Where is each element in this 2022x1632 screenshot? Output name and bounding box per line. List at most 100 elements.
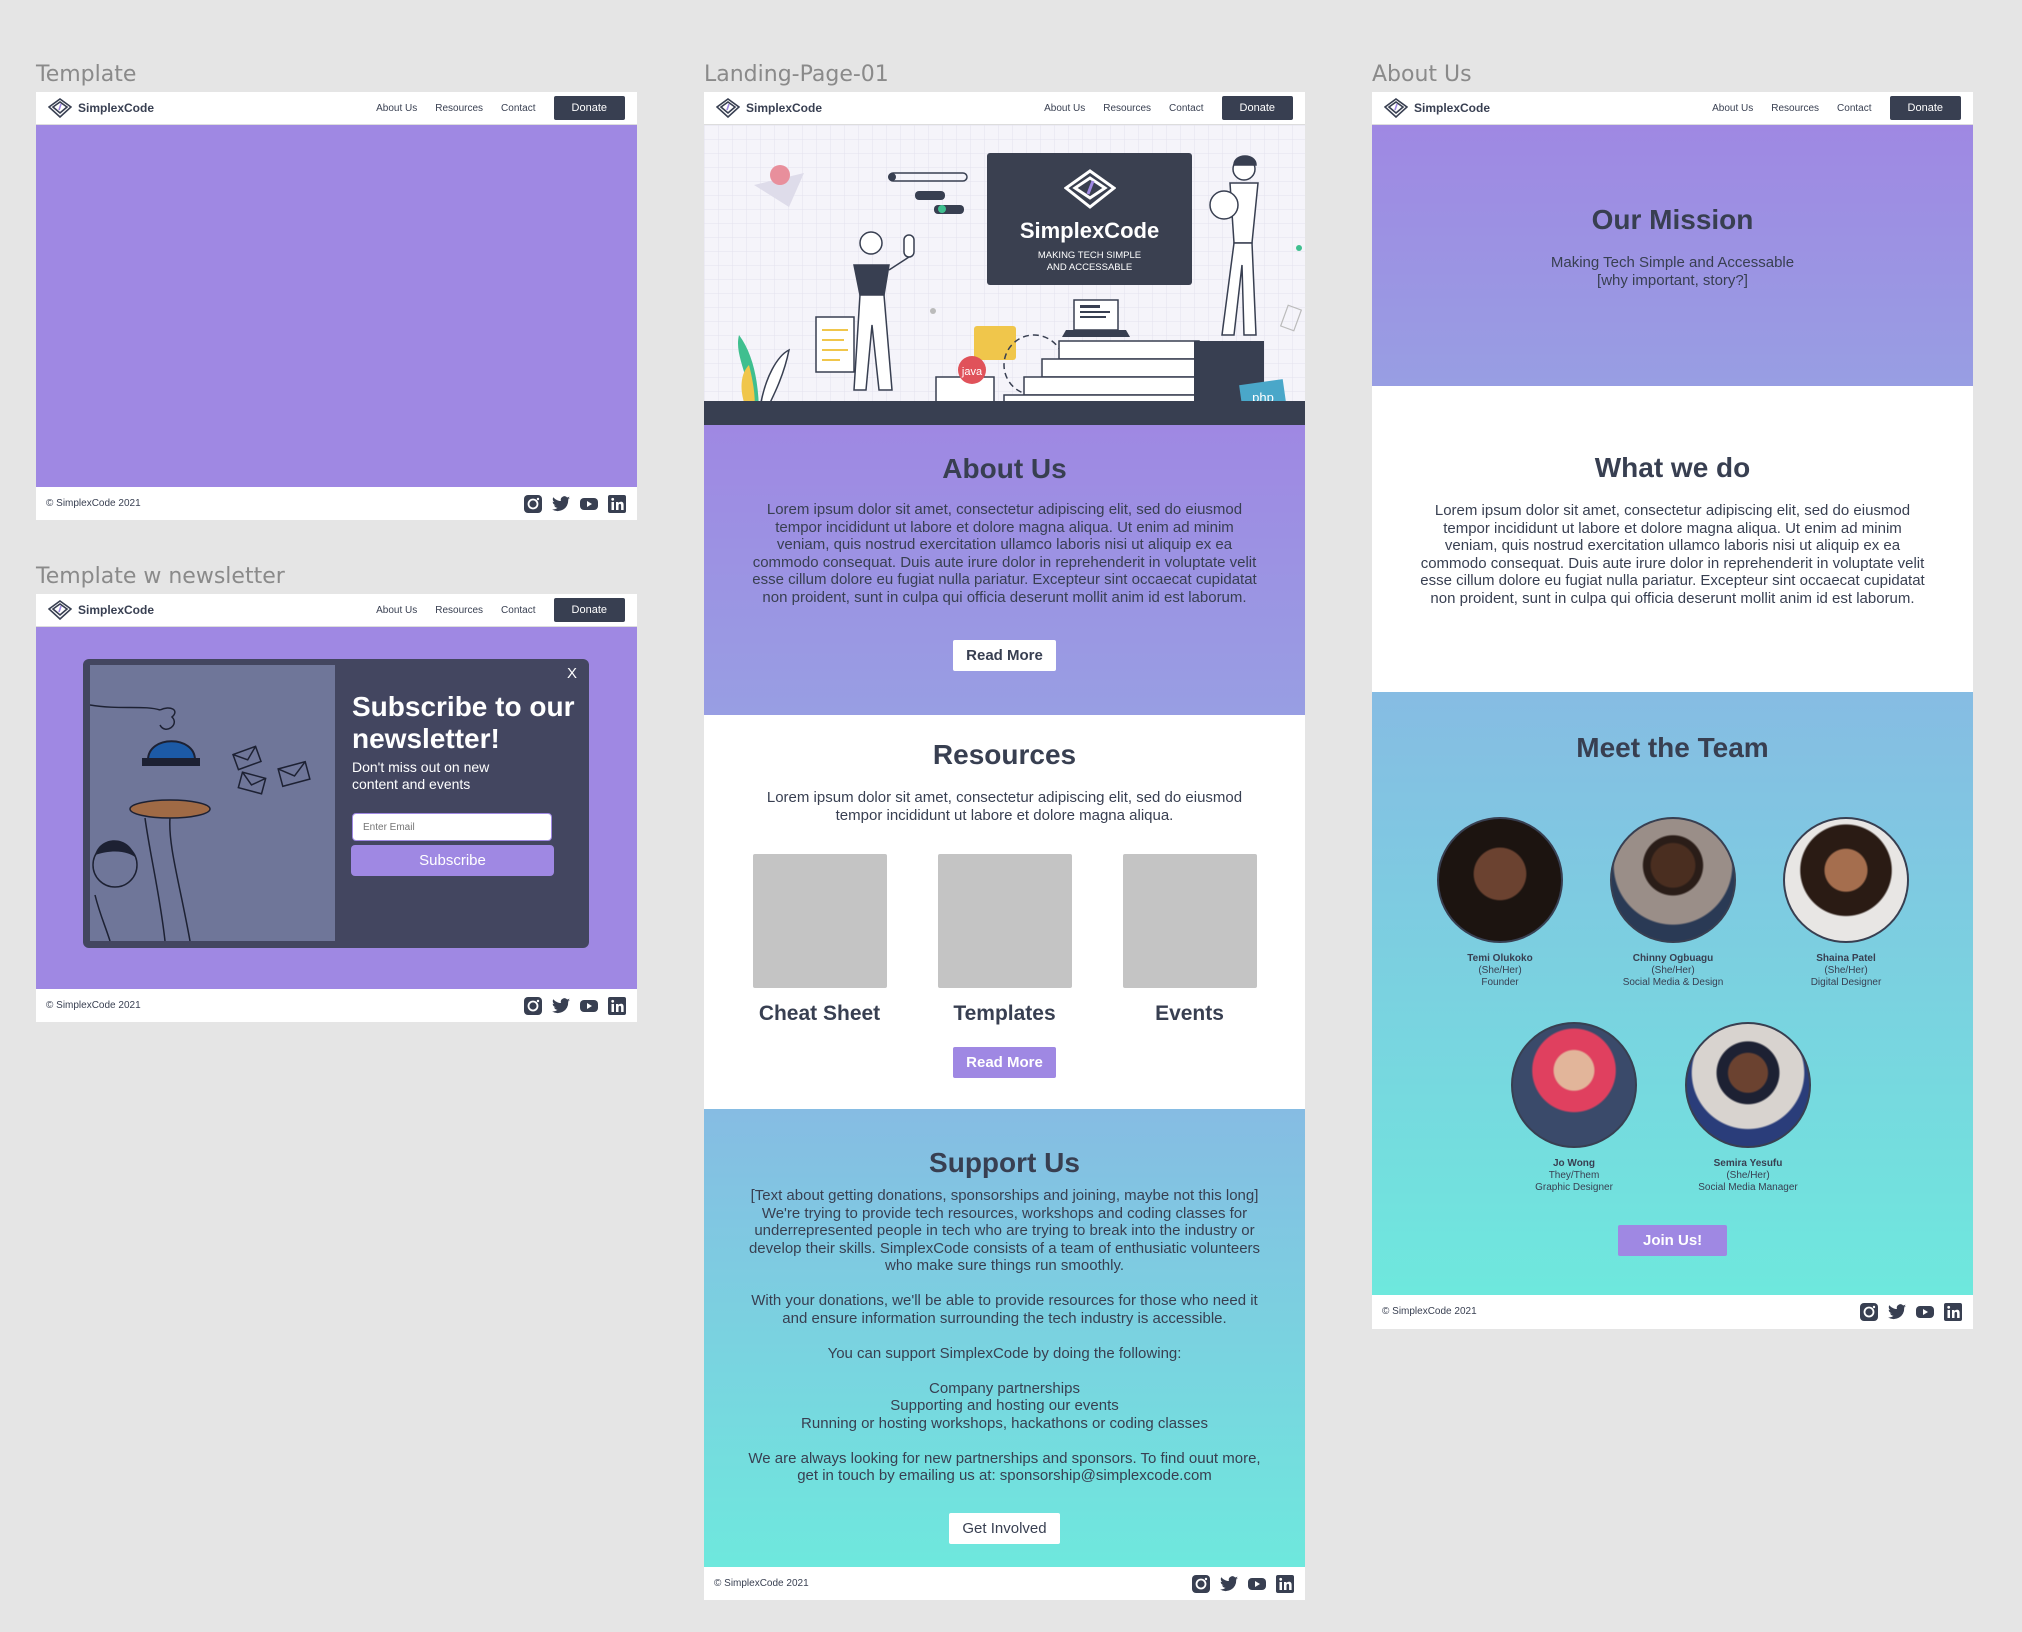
instagram-icon[interactable] [1191, 1574, 1211, 1594]
newsletter-title: Subscribe to our newsletter! [352, 691, 575, 754]
team-member[interactable]: Shaina Patel (She/Her) Digital Designer [1756, 817, 1936, 989]
donate-button[interactable]: Donate [553, 96, 625, 120]
nav-about-link[interactable]: About Us [1044, 103, 1085, 114]
member-role: Founder [1481, 977, 1519, 988]
logo-icon [716, 98, 740, 118]
card-label: Templates [953, 1002, 1056, 1025]
team-member[interactable]: Temi Olukoko (She/Her) Founder [1410, 817, 1590, 989]
newsletter-illustration-art [90, 704, 311, 941]
logo-icon [48, 98, 72, 118]
team-member[interactable]: Semira Yesufu (She/Her) Social Media Man… [1658, 1022, 1838, 1194]
hero-logo-card: SimplexCode MAKING TECH SIMPLE AND ACCES… [987, 153, 1192, 285]
avatar [1610, 817, 1736, 943]
frame-title-landing: Landing-Page-01 [704, 62, 889, 87]
get-involved-button[interactable]: Get Involved [949, 1512, 1060, 1544]
member-name: Shaina Patel [1816, 953, 1876, 964]
nav-about-link[interactable]: About Us [376, 605, 417, 616]
donate-button[interactable]: Donate [1889, 96, 1961, 120]
hero-banner: java php SimplexCode MAKING TECH SIMPLE … [704, 125, 1305, 425]
team-member[interactable]: Chinny Ogbuagu (She/Her) Social Media & … [1583, 817, 1763, 989]
instagram-icon[interactable] [523, 494, 543, 514]
linkedin-icon[interactable] [607, 996, 627, 1016]
member-role: Social Media Manager [1698, 1182, 1798, 1193]
about-text: Lorem ipsum dolor sit amet, consectetur … [752, 501, 1257, 606]
resource-card-cheat-sheet[interactable]: Cheat Sheet [752, 854, 887, 1026]
member-name: Temi Olukoko [1467, 953, 1533, 964]
instagram-icon[interactable] [523, 996, 543, 1016]
donate-button[interactable]: Donate [1221, 96, 1293, 120]
nav-about-link[interactable]: About Us [376, 103, 417, 114]
close-icon[interactable]: X [567, 665, 577, 682]
twitter-icon[interactable] [1219, 1574, 1239, 1594]
resource-cards: Cheat Sheet Templates Events [704, 854, 1305, 1026]
nav-resources-link[interactable]: Resources [1103, 103, 1151, 114]
about-title: About Us [942, 453, 1067, 484]
nav-contact-link[interactable]: Contact [501, 605, 535, 616]
support-paragraph: [Text about getting donations, sponsorsh… [748, 1187, 1261, 1274]
avatar [1685, 1022, 1811, 1148]
member-name: Jo Wong [1552, 1158, 1596, 1169]
linkedin-icon[interactable] [1275, 1574, 1295, 1594]
card-label: Events [1155, 1002, 1224, 1025]
subscribe-button[interactable]: Subscribe [351, 845, 554, 876]
join-us-button[interactable]: Join Us! [1618, 1225, 1728, 1256]
avatar [1437, 817, 1563, 943]
brand-name: SimplexCode [78, 101, 155, 115]
copyright: © SimplexCode 2021 [1382, 1306, 1477, 1317]
twitter-icon[interactable] [1887, 1302, 1907, 1322]
logo[interactable]: SimplexCode [48, 600, 154, 620]
youtube-icon[interactable] [1915, 1302, 1935, 1322]
footer: © SimplexCode 2021 [1372, 1295, 1973, 1328]
twitter-icon[interactable] [551, 494, 571, 514]
linkedin-icon[interactable] [1943, 1302, 1963, 1322]
card-label: Cheat Sheet [758, 1002, 881, 1025]
resources-title: Resources [932, 739, 1077, 770]
mission-text: Making Tech Simple and Accessable [1550, 254, 1795, 271]
linkedin-icon[interactable] [607, 494, 627, 514]
resources-text: Lorem ipsum dolor sit amet, consectetur … [766, 789, 1243, 824]
nav-resources-link[interactable]: Resources [435, 605, 483, 616]
what-we-do-text: Lorem ipsum dolor sit amet, consectetur … [1420, 502, 1925, 607]
email-input[interactable] [352, 813, 552, 841]
logo[interactable]: SimplexCode [716, 98, 822, 118]
resource-card-templates[interactable]: Templates [937, 854, 1072, 1026]
youtube-icon[interactable] [1247, 1574, 1267, 1594]
member-name: Chinny Ogbuagu [1632, 953, 1714, 964]
frame-title-newsletter: Template w newsletter [36, 564, 285, 589]
nav-resources-link[interactable]: Resources [1771, 103, 1819, 114]
newsletter-illustration [90, 665, 335, 941]
content-area: Subscribe to our newsletter! Don't miss … [36, 627, 637, 989]
resource-card-events[interactable]: Events [1122, 854, 1257, 1026]
resources-section: Resources Lorem ipsum dolor sit amet, co… [704, 715, 1305, 1109]
brand-name: SimplexCode [746, 101, 823, 115]
logo[interactable]: SimplexCode [48, 98, 154, 118]
logo-icon [1062, 169, 1117, 209]
nav-resources-link[interactable]: Resources [435, 103, 483, 114]
support-paragraph: You can support SimplexCode by doing the… [827, 1344, 1182, 1362]
newsletter-frame: SimplexCode About Us Resources Contact D… [36, 594, 637, 1022]
twitter-icon[interactable] [551, 996, 571, 1016]
mission-note: [why important, story?] [1597, 271, 1748, 289]
youtube-icon[interactable] [579, 996, 599, 1016]
member-name: Semira Yesufu [1713, 1158, 1783, 1169]
nav-contact-link[interactable]: Contact [1169, 103, 1203, 114]
member-pronouns: (She/Her) [1824, 965, 1868, 976]
instagram-icon[interactable] [1859, 1302, 1879, 1322]
resources-read-more-button[interactable]: Read More [953, 1047, 1056, 1078]
donate-button[interactable]: Donate [553, 598, 625, 622]
nav-about-link[interactable]: About Us [1712, 103, 1753, 114]
team-member[interactable]: Jo Wong They/Them Graphic Designer [1484, 1022, 1664, 1194]
member-role: Digital Designer [1810, 977, 1882, 988]
support-list: Company partnerships Supporting and host… [801, 1379, 1208, 1432]
logo[interactable]: SimplexCode [1384, 98, 1490, 118]
nav-contact-link[interactable]: Contact [501, 103, 535, 114]
card-thumbnail [1122, 854, 1257, 988]
youtube-icon[interactable] [579, 494, 599, 514]
nav-contact-link[interactable]: Contact [1837, 103, 1871, 114]
about-read-more-button[interactable]: Read More [953, 640, 1056, 671]
member-role: Graphic Designer [1535, 1182, 1613, 1193]
logo-icon [1384, 98, 1408, 118]
hero-tagline: MAKING TECH SIMPLE AND ACCESSABLE [1037, 250, 1142, 273]
copyright: © SimplexCode 2021 [46, 1000, 141, 1011]
what-we-do-section: What we do Lorem ipsum dolor sit amet, c… [1372, 386, 1973, 692]
